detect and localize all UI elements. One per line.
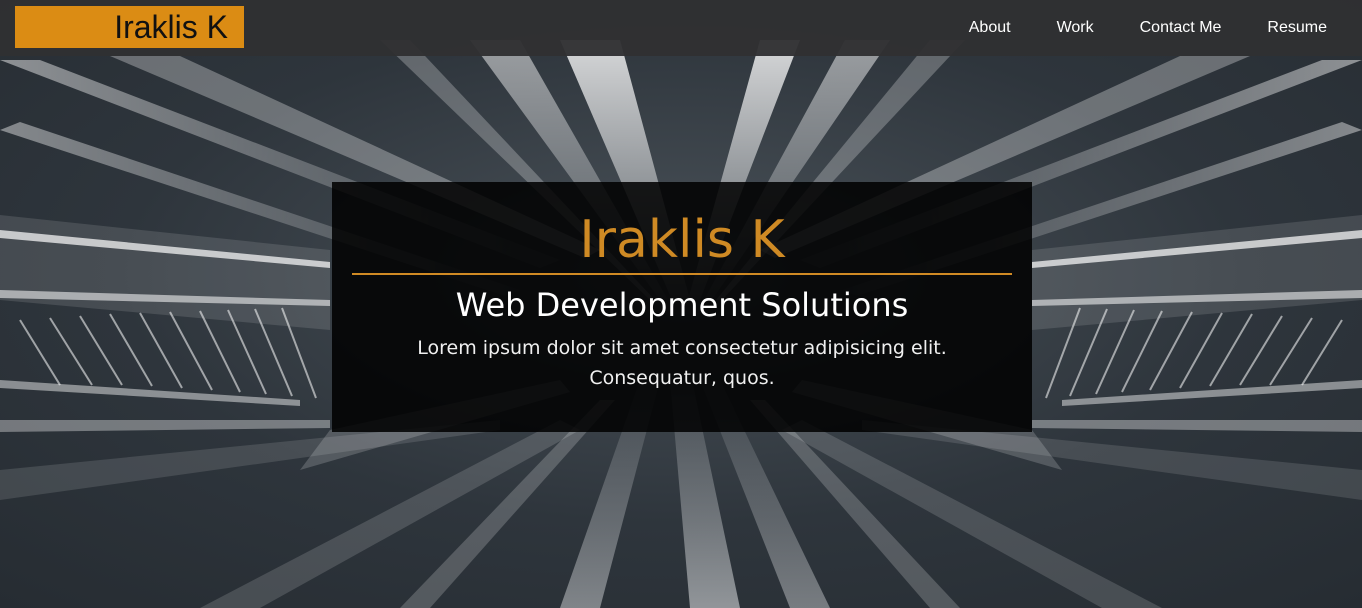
brand-logo-link[interactable]: Iraklis K: [15, 6, 244, 48]
hero-subtitle: Web Development Solutions: [455, 286, 909, 324]
nav-link-about[interactable]: About: [946, 0, 1034, 56]
hero-divider: [352, 273, 1012, 275]
nav-link-contact-me[interactable]: Contact Me: [1117, 0, 1245, 56]
page: Iraklis K About Work Contact Me Resume I…: [0, 0, 1362, 608]
hero-title: Iraklis K: [579, 210, 785, 270]
hero-overlay: Iraklis K Web Development Solutions Lore…: [332, 182, 1032, 432]
nav-links: About Work Contact Me Resume: [946, 0, 1350, 56]
hero-description: Lorem ipsum dolor sit amet consectetur a…: [417, 337, 947, 389]
nav-link-resume[interactable]: Resume: [1244, 0, 1350, 56]
nav-link-work[interactable]: Work: [1034, 0, 1117, 56]
navbar: Iraklis K About Work Contact Me Resume: [0, 0, 1362, 56]
